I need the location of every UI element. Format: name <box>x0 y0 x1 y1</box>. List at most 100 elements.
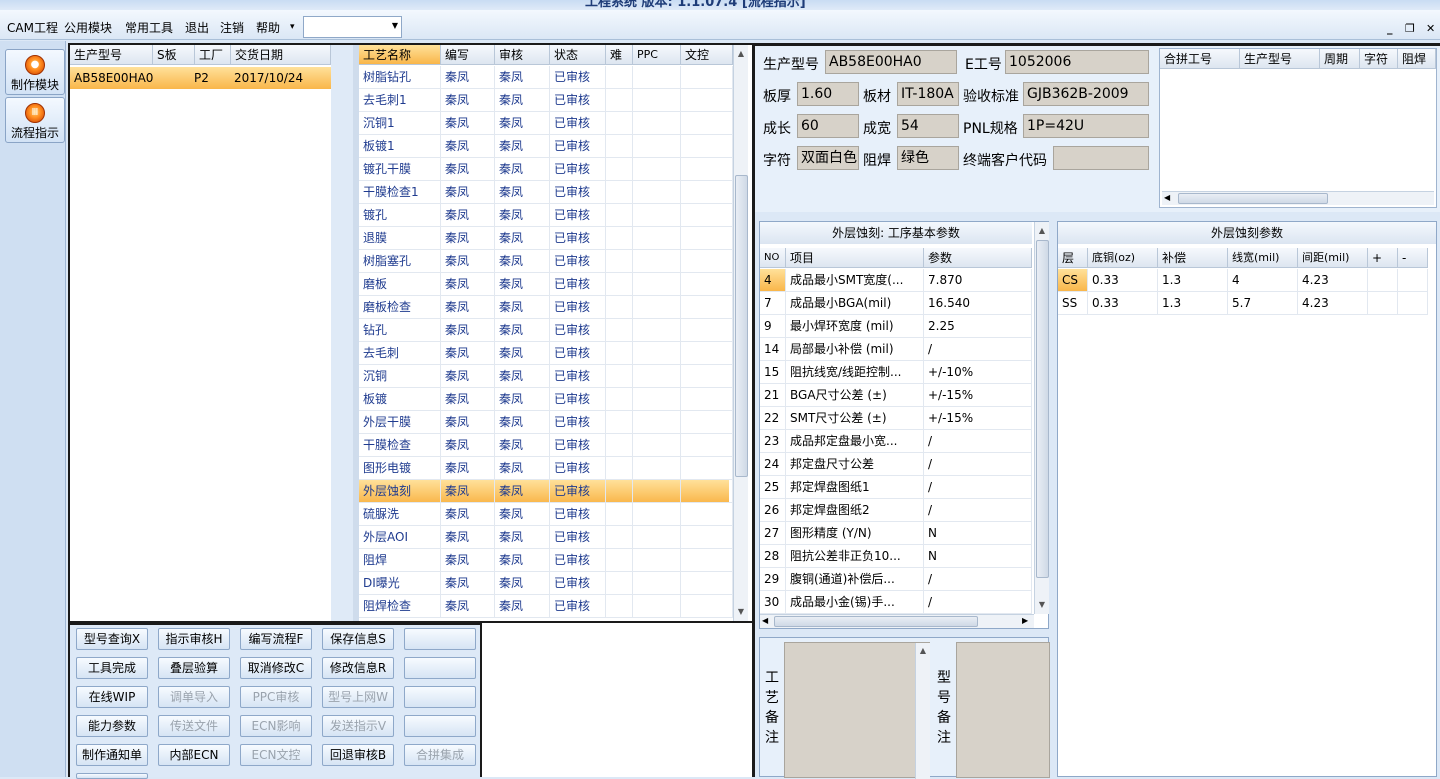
action-button[interactable]: 编写流程F <box>240 628 312 650</box>
field-product-model[interactable]: AB58E00HA0 <box>825 50 957 74</box>
action-button[interactable]: 传送文件 <box>158 715 230 737</box>
col-header[interactable]: 线宽(mil) <box>1228 248 1298 268</box>
table-row[interactable]: SS 0.33 1.3 5.7 4.23 <box>1058 292 1436 315</box>
scroll-up-icon[interactable]: ▲ <box>916 644 930 658</box>
table-row[interactable]: 26 邦定焊盘图纸2/ <box>760 499 1032 522</box>
col-header[interactable]: 层 <box>1058 248 1088 268</box>
table-row[interactable]: 退膜 秦凤 秦凤 已审核 <box>359 227 733 250</box>
action-button[interactable]: 在线WIP <box>76 686 148 708</box>
scroll-up-icon[interactable]: ▲ <box>1035 224 1049 238</box>
action-button[interactable]: 指示审核H <box>158 628 230 650</box>
scroll-left-icon[interactable]: ◀ <box>1164 193 1170 202</box>
table-row[interactable]: 树脂塞孔 秦凤 秦凤 已审核 <box>359 250 733 273</box>
action-button[interactable] <box>404 657 476 679</box>
action-button[interactable]: 修改信息R <box>322 657 394 679</box>
col-header[interactable]: 间距(mil) <box>1298 248 1368 268</box>
table-row[interactable]: 镀孔 秦凤 秦凤 已审核 <box>359 204 733 227</box>
action-button[interactable]: 调单导入 <box>158 686 230 708</box>
table-row[interactable]: 钻孔 秦凤 秦凤 已审核 <box>359 319 733 342</box>
action-button[interactable]: 回退审核B <box>322 744 394 766</box>
table-row[interactable]: 外层蚀刻 秦凤 秦凤 已审核 <box>359 480 733 503</box>
action-button[interactable]: 内部ECN <box>158 744 230 766</box>
table-row[interactable]: 24 邦定盘尺寸公差 / <box>760 453 1032 476</box>
action-button-partial[interactable] <box>76 773 148 779</box>
field-length[interactable]: 60 <box>797 114 859 138</box>
action-button[interactable]: PPC审核 <box>240 686 312 708</box>
action-button[interactable]: 发送指示V <box>322 715 394 737</box>
menu-common-tools[interactable]: 常用工具 <box>125 19 173 36</box>
sidebar-item-flow[interactable]: Ⅲ 流程指示 <box>5 97 65 143</box>
scroll-down-icon[interactable]: ▼ <box>1035 598 1049 612</box>
col-header[interactable]: 编写 <box>441 45 495 65</box>
table-row[interactable]: 7 成品最小BGA(mil) 16.540 <box>760 292 1032 315</box>
col-header[interactable]: 工厂 <box>195 45 231 65</box>
action-button[interactable]: 工具完成 <box>76 657 148 679</box>
scroll-left-icon[interactable]: ◀ <box>762 616 768 625</box>
restore-button[interactable]: ❐ <box>1405 22 1415 35</box>
menu-public-module[interactable]: 公用模块 <box>64 19 112 36</box>
field-standard[interactable]: GJB362B-2009 <box>1023 82 1149 106</box>
col-header[interactable]: 参数 <box>924 248 1032 268</box>
col-header[interactable]: 状态 <box>550 45 606 65</box>
scroll-thumb[interactable] <box>1178 193 1328 204</box>
scroll-up-icon[interactable]: ▲ <box>734 47 748 61</box>
table-row[interactable]: 27 图形精度 (Y/N) N <box>760 522 1032 545</box>
table-row[interactable]: 15 阻抗线宽/线距控制... +/-10% <box>760 361 1032 384</box>
remark-scrollbar[interactable]: ▲ <box>915 643 930 779</box>
scroll-down-icon[interactable]: ▼ <box>734 605 748 619</box>
menu-cam[interactable]: CAM工程 <box>7 19 58 36</box>
col-header[interactable]: 生产型号 <box>1240 49 1320 69</box>
table-row[interactable]: 22 SMT尺寸公差 (±) +/-15% <box>760 407 1032 430</box>
action-button[interactable] <box>404 628 476 650</box>
table-row[interactable]: 干膜检查1 秦凤 秦凤 已审核 <box>359 181 733 204</box>
scroll-thumb[interactable] <box>774 616 978 627</box>
table-row[interactable]: 23 成品邦定盘最小宽... / <box>760 430 1032 453</box>
table-row[interactable]: 30 成品最小金(锡)手... / <box>760 591 1032 614</box>
field-e-no[interactable]: 1052006 <box>1005 50 1149 74</box>
table-row[interactable]: 阻焊 秦凤 秦凤 已审核 <box>359 549 733 572</box>
table-row[interactable]: CS 0.33 1.3 4 4.23 <box>1058 269 1436 292</box>
minimize-button[interactable]: _ <box>1387 22 1393 35</box>
field-pnl[interactable]: 1P=42U <box>1023 114 1149 138</box>
table-row[interactable]: 镀孔干膜 秦凤 秦凤 已审核 <box>359 158 733 181</box>
col-header[interactable]: 合拼工号 <box>1160 49 1240 69</box>
action-button[interactable]: 型号查询X <box>76 628 148 650</box>
table-row[interactable]: DI曝光 秦凤 秦凤 已审核 <box>359 572 733 595</box>
col-header[interactable]: 补偿 <box>1158 248 1228 268</box>
col-header[interactable]: 审核 <box>495 45 550 65</box>
col-header[interactable]: 周期 <box>1320 49 1360 69</box>
col-header[interactable]: - <box>1398 248 1428 268</box>
table-row[interactable]: AB58E00HA0 P2 2017/10/24 <box>70 67 331 89</box>
table-row[interactable]: 沉铜1 秦凤 秦凤 已审核 <box>359 112 733 135</box>
table-row[interactable]: 去毛刺1 秦凤 秦凤 已审核 <box>359 89 733 112</box>
col-header[interactable]: 难 <box>606 45 633 65</box>
toolbar-combo[interactable]: ▼ <box>303 16 402 38</box>
action-button[interactable]: ECN影响 <box>240 715 312 737</box>
menu-exit[interactable]: 退出 <box>185 19 209 36</box>
basic-scrollbar[interactable]: ▲ ▼ <box>1034 222 1049 614</box>
table-row[interactable]: 29 腹铜(通道)补偿后... / <box>760 568 1032 591</box>
field-legend[interactable]: 双面白色 <box>797 146 859 170</box>
action-button[interactable]: 取消修改C <box>240 657 312 679</box>
field-material[interactable]: IT-180A <box>897 82 959 106</box>
table-row[interactable]: 图形电镀 秦凤 秦凤 已审核 <box>359 457 733 480</box>
col-header[interactable]: 项目 <box>786 248 924 268</box>
col-header[interactable]: 生产型号 <box>70 45 153 65</box>
field-width[interactable]: 54 <box>897 114 959 138</box>
action-button[interactable]: 保存信息S <box>322 628 394 650</box>
help-dropdown-icon[interactable]: ▾ <box>290 22 295 32</box>
menu-logout[interactable]: 注销 <box>220 19 244 36</box>
merge-hscrollbar[interactable]: ◀ <box>1162 191 1434 205</box>
table-row[interactable]: 外层AOI 秦凤 秦凤 已审核 <box>359 526 733 549</box>
col-header[interactable]: PPC <box>633 45 681 65</box>
menu-help[interactable]: 帮助 <box>256 19 280 36</box>
scroll-thumb[interactable] <box>735 175 748 477</box>
action-button[interactable]: 能力参数 <box>76 715 148 737</box>
action-button[interactable]: 制作通知单 <box>76 744 148 766</box>
close-button[interactable]: ✕ <box>1426 22 1435 35</box>
field-thickness[interactable]: 1.60 <box>797 82 859 106</box>
process-scrollbar[interactable]: ▲ ▼ <box>733 45 748 621</box>
table-row[interactable]: 磨板 秦凤 秦凤 已审核 <box>359 273 733 296</box>
table-row[interactable]: 9 最小焊环宽度 (mil) 2.25 <box>760 315 1032 338</box>
col-header[interactable]: 字符 <box>1360 49 1398 69</box>
